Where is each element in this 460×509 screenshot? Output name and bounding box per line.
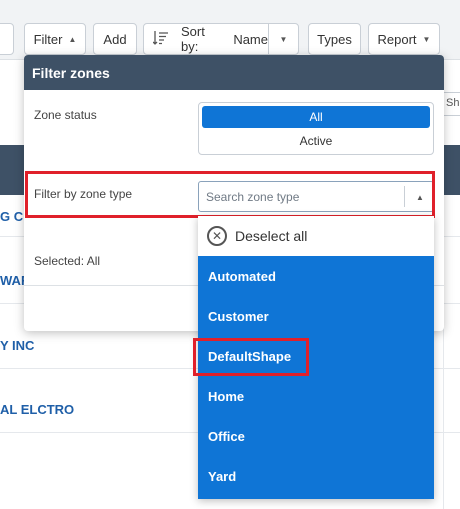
zone-type-label: Filter by zone type — [34, 187, 133, 201]
add-label: Add — [103, 31, 127, 47]
dropdown-item-home[interactable]: Home — [198, 376, 434, 416]
company-name[interactable]: Y INC — [0, 338, 34, 353]
sort-value: Name — [233, 31, 268, 47]
dropdown-item-defaultshape[interactable]: DefaultShape — [198, 336, 434, 376]
x-circle-icon: ✕ — [207, 226, 227, 246]
caret-up-icon[interactable]: ▲ — [411, 187, 429, 207]
add-button[interactable]: Add — [93, 23, 137, 55]
company-name[interactable]: AL ELCTRO — [0, 402, 74, 417]
sort-label: Sort by: — [181, 24, 205, 54]
dropdown-item-yard[interactable]: Yard — [198, 456, 434, 496]
report-button[interactable]: Report ▼ — [368, 23, 440, 55]
sort-dropdown-button[interactable]: ▼ — [268, 23, 299, 55]
caret-down-icon: ▼ — [422, 34, 431, 44]
zone-type-dropdown: ✕ Deselect all Automated Customer Defaul… — [198, 216, 434, 499]
sort-button[interactable]: Sort by: Name — [143, 23, 269, 55]
divider — [404, 186, 405, 207]
toolbar-left-button[interactable] — [0, 23, 14, 55]
panel-title: Filter zones — [24, 55, 444, 90]
report-label: Report — [377, 31, 417, 47]
deselect-all-button[interactable]: ✕ Deselect all — [198, 216, 434, 256]
zone-status-label: Zone status — [34, 108, 97, 122]
dropdown-item-customer[interactable]: Customer — [198, 296, 434, 336]
toolbar: Filter ▲ Add Sort by: Name ▼ Types Repor… — [0, 0, 460, 60]
status-option-active[interactable]: Active — [202, 130, 430, 152]
zone-type-search-input[interactable] — [199, 182, 399, 211]
filter-label: Filter — [33, 31, 63, 47]
types-button[interactable]: Types — [308, 23, 361, 55]
caret-down-icon: ▼ — [279, 34, 288, 44]
selected-summary: Selected: All — [34, 254, 101, 268]
company-name[interactable]: G C — [0, 209, 23, 224]
filter-button[interactable]: Filter ▲ — [24, 23, 86, 55]
types-label: Types — [317, 31, 352, 47]
show-label: Sho — [446, 97, 460, 109]
dropdown-item-automated[interactable]: Automated — [198, 256, 434, 296]
dropdown-item-office[interactable]: Office — [198, 416, 434, 456]
status-option-all[interactable]: All — [202, 106, 430, 128]
zone-status-selector: All Active — [198, 102, 434, 155]
sort-lines-icon — [152, 30, 169, 49]
caret-up-icon: ▲ — [68, 34, 77, 44]
deselect-all-label: Deselect all — [235, 228, 308, 244]
show-dropdown[interactable]: Sho — [443, 92, 460, 116]
zone-type-search[interactable]: ▲ — [198, 181, 434, 212]
